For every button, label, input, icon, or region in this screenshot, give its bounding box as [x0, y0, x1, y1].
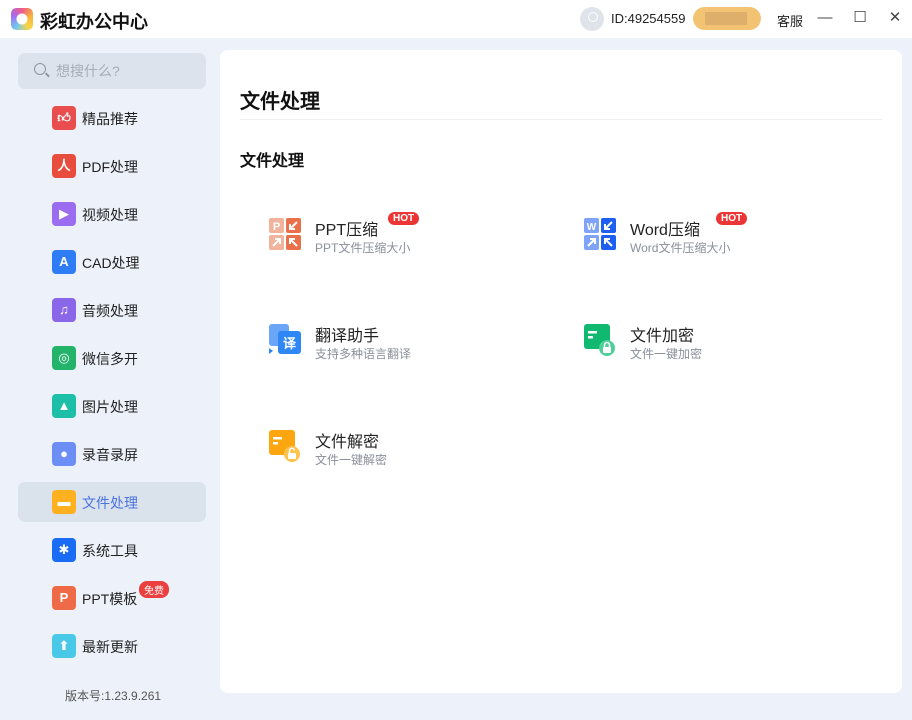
tool-title: 文件解密	[315, 434, 380, 451]
close-icon[interactable]: ✕	[885, 8, 905, 28]
sidebar-item-label: 微信多开	[82, 351, 138, 367]
sidebar-item-label: 文件处理	[82, 495, 138, 511]
sidebar-item-9[interactable]: ✱ 系统工具	[18, 530, 206, 570]
svg-text:P: P	[273, 221, 280, 233]
sidebar-item-11[interactable]: ⬆ 最新更新	[18, 626, 206, 666]
tool-subtitle: 文件一键解密	[315, 453, 388, 467]
sidebar-item-label: 音频处理	[82, 303, 138, 319]
unlock-file-icon	[269, 430, 300, 462]
cad-icon: A	[52, 250, 76, 274]
tool-title: Word压缩	[630, 222, 700, 239]
user-id: ID:49254559	[611, 11, 686, 26]
avatar[interactable]	[580, 7, 604, 31]
tool-encrypt[interactable]: 文件加密 文件一键加密	[584, 324, 864, 384]
divider	[240, 119, 882, 120]
video-icon: ▶	[52, 202, 76, 226]
sidebar-item-10[interactable]: P PPT模板 免费	[18, 578, 206, 618]
sidebar-item-label: PDF处理	[82, 159, 138, 175]
folder-icon: ▬	[52, 490, 76, 514]
sidebar-item-1[interactable]: 人 PDF处理	[18, 146, 206, 186]
music-icon: ♫	[52, 298, 76, 322]
vip-badge[interactable]	[693, 7, 761, 30]
search-box[interactable]	[18, 53, 206, 89]
tool-subtitle: 文件一键加密	[630, 347, 703, 361]
tool-word-compress[interactable]: W Word压缩 HOT Word文件压缩大小	[584, 212, 864, 278]
section-title: 文件处理	[240, 153, 305, 170]
main-panel: 文件处理 文件处理 P PPT压缩 HOT PPT文件压缩大小 W Word压缩…	[220, 50, 902, 693]
version-label: 版本号:1.23.9.261	[65, 689, 162, 703]
hot-badge: HOT	[716, 212, 748, 225]
sidebar-item-label: 精品推荐	[82, 111, 138, 127]
thumbs-up-icon: 👍︎	[52, 106, 76, 130]
sidebar-item-label: 录音录屏	[82, 447, 138, 463]
word-compress-icon: W	[584, 218, 616, 250]
sidebar-item-8[interactable]: ▬ 文件处理	[18, 482, 206, 522]
search-icon	[34, 63, 46, 75]
free-badge: 免费	[139, 581, 169, 598]
tool-subtitle: 支持多种语言翻译	[315, 347, 412, 361]
sidebar-item-label: PPT模板	[82, 591, 138, 607]
sidebar-item-label: 视频处理	[82, 207, 138, 223]
tool-title: 翻译助手	[315, 328, 380, 345]
hot-badge: HOT	[388, 212, 420, 225]
search-input[interactable]	[56, 53, 196, 89]
pdf-icon: 人	[52, 154, 76, 178]
sidebar-item-2[interactable]: ▶ 视频处理	[18, 194, 206, 234]
svg-text:译: 译	[283, 336, 297, 351]
sidebar-item-3[interactable]: A CAD处理	[18, 242, 206, 282]
sidebar-item-7[interactable]: ● 录音录屏	[18, 434, 206, 474]
microphone-icon: ●	[52, 442, 76, 466]
sidebar-item-label: 最新更新	[82, 639, 138, 655]
sidebar-item-label: 图片处理	[82, 399, 138, 415]
sidebar-item-6[interactable]: ▲ 图片处理	[18, 386, 206, 426]
translate-icon: 译	[269, 324, 301, 354]
gear-icon: ✱	[52, 538, 76, 562]
sidebar-item-5[interactable]: ◎ 微信多开	[18, 338, 206, 378]
tool-subtitle: PPT文件压缩大小	[315, 241, 411, 255]
sidebar-item-label: CAD处理	[82, 255, 140, 271]
svg-text:W: W	[587, 222, 597, 233]
maximize-icon[interactable]: ☐	[850, 8, 870, 28]
ppt-icon: P	[52, 586, 76, 610]
page-title: 文件处理	[240, 91, 320, 113]
image-icon: ▲	[52, 394, 76, 418]
customer-service-link[interactable]: 客服	[777, 11, 803, 30]
wechat-icon: ◎	[52, 346, 76, 370]
sidebar-item-0[interactable]: 👍︎ 精品推荐	[18, 98, 206, 138]
tool-title: 文件加密	[630, 328, 695, 345]
tool-title: PPT压缩	[315, 222, 379, 239]
title-bar: 彩虹办公中心 ID:49254559 客服 — ☐ ✕	[0, 0, 912, 38]
sidebar-item-label: 系统工具	[82, 543, 138, 559]
ppt-compress-icon: P	[269, 218, 301, 250]
tool-ppt-compress[interactable]: P PPT压缩 HOT PPT文件压缩大小	[269, 212, 549, 278]
app-logo-icon	[11, 8, 33, 30]
tool-translate[interactable]: 译 翻译助手 支持多种语言翻译	[269, 324, 549, 384]
lock-file-icon	[584, 324, 615, 356]
app-title: 彩虹办公中心	[40, 12, 148, 32]
upload-icon: ⬆	[52, 634, 76, 658]
tool-subtitle: Word文件压缩大小	[630, 241, 731, 255]
minimize-icon[interactable]: —	[815, 8, 835, 28]
tool-decrypt[interactable]: 文件解密 文件一键解密	[269, 430, 549, 490]
sidebar-item-4[interactable]: ♫ 音频处理	[18, 290, 206, 330]
